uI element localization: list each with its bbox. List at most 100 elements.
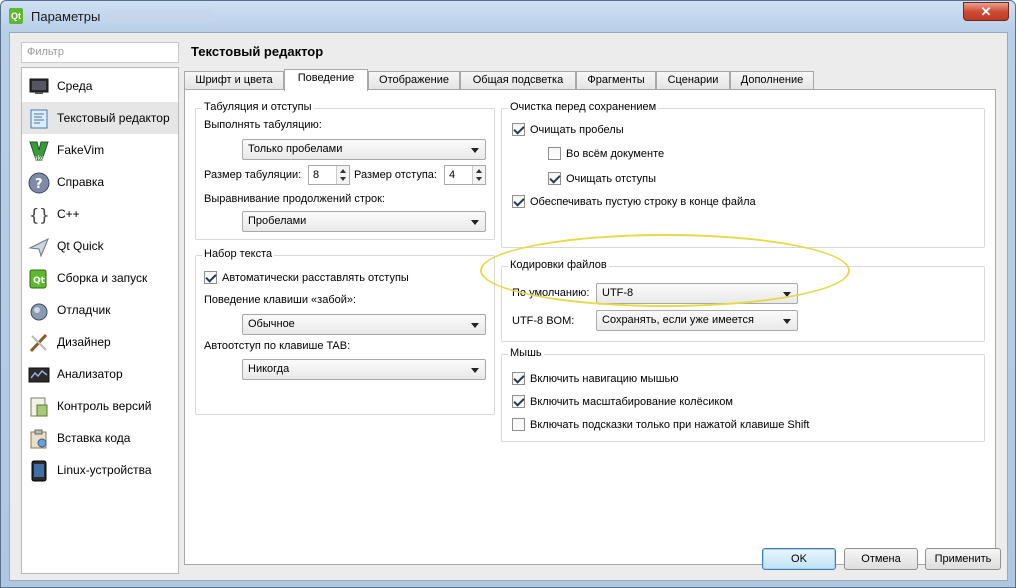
default-encoding-combo[interactable]: UTF-8 (596, 283, 798, 304)
encodings-group: Кодировки файлов По умолчанию: UTF-8 UTF… (501, 259, 985, 342)
sidebar-item-cpp[interactable]: {} C++ (22, 198, 178, 230)
tab-behavior[interactable]: Поведение (284, 69, 368, 91)
designer-icon (28, 332, 50, 353)
continuation-combo[interactable]: Пробелами (242, 211, 486, 232)
analyzer-icon (28, 364, 50, 385)
tab-generic-highlighter[interactable]: Общая подсветка (460, 71, 576, 90)
code-paste-icon (28, 428, 50, 449)
wheel-zoom-checkbox[interactable]: Включить масштабирование колёсиком (512, 395, 733, 408)
tab-policy-label: Выполнять табуляцию: (204, 119, 322, 131)
spin-value: 8 (313, 169, 320, 181)
tab-completion[interactable]: Дополнение (730, 71, 814, 90)
checkbox-label: Во всём документе (566, 147, 665, 160)
settings-window: Qt Параметры ✕ Фильтр Среда Текстовый ре… (0, 0, 1016, 588)
sidebar-item-label: Сборка и запуск (57, 271, 148, 285)
monitor-icon (28, 76, 50, 97)
svg-text:{}: {} (29, 206, 49, 226)
svg-text:Fake: Fake (31, 155, 45, 162)
checkbox-label: Очищать пробелы (530, 123, 624, 136)
checkbox-label: Включить масштабирование колёсиком (530, 395, 733, 408)
sidebar-item-label: Вставка кода (57, 431, 131, 445)
checkbox-label: Включить навигацию мышью (530, 372, 679, 385)
chevron-down-icon (471, 148, 479, 153)
tab-policy-combo[interactable]: Только пробелами (242, 139, 486, 160)
tab-display[interactable]: Отображение (368, 71, 460, 90)
spin-buttons[interactable] (336, 166, 349, 184)
sidebar-item-fakevim[interactable]: Fake FakeVim (22, 134, 178, 166)
trailing-newline-checkbox[interactable]: Обеспечивать пустую строку в конце файла (512, 195, 756, 208)
tab-snippets[interactable]: Фрагменты (576, 71, 656, 90)
sidebar-item-debugger[interactable]: Отладчик (22, 294, 178, 326)
sidebar-item-label: Отладчик (57, 303, 111, 317)
sidebar-item-label: Контроль версий (57, 399, 152, 413)
tab-key-combo[interactable]: Никогда (242, 359, 486, 380)
mouse-navigation-checkbox[interactable]: Включить навигацию мышью (512, 372, 679, 385)
checkbox-box (512, 123, 525, 136)
qt-icon: Qt (9, 8, 23, 24)
combo-value: Только пробелами (248, 143, 343, 155)
group-title: Очистка перед сохранением (508, 101, 659, 113)
spin-up-icon (340, 169, 346, 173)
entire-document-checkbox[interactable]: Во всём документе (548, 147, 664, 160)
cpp-braces-icon: {} (28, 204, 50, 226)
dialog-client: Фильтр Среда Текстовый редактор Fake Fak… (9, 32, 1008, 581)
close-button[interactable]: ✕ (963, 2, 1009, 21)
checkbox-box (204, 271, 217, 284)
sidebar-item-label: Среда (57, 79, 93, 93)
clean-indentation-checkbox[interactable]: Очищать отступы (548, 172, 656, 185)
tab-size-spinbox[interactable]: 8 (308, 165, 350, 185)
category-list: Среда Текстовый редактор Fake FakeVim ? … (21, 67, 179, 574)
backspace-label: Поведение клавиши «забой»: (204, 294, 357, 306)
behavior-panel: Табуляция и отступы Выполнять табуляцию:… (184, 89, 996, 565)
sidebar-item-text-editor[interactable]: Текстовый редактор (22, 102, 178, 134)
title-bar[interactable]: Qt Параметры ✕ (1, 1, 1015, 31)
window-title: Параметры (31, 9, 101, 24)
fakevim-icon: Fake (28, 140, 50, 162)
combo-value: Обычное (248, 318, 295, 330)
sidebar-item-label: Qt Quick (57, 239, 104, 253)
combo-value: Сохранять, если уже имеется (602, 314, 754, 326)
clean-whitespace-checkbox[interactable]: Очищать пробелы (512, 123, 624, 136)
bom-label: UTF-8 BOM: (512, 315, 575, 327)
sidebar-item-version-control[interactable]: Контроль версий (22, 390, 178, 422)
sidebar-item-build-run[interactable]: Qt Сборка и запуск (22, 262, 178, 294)
sidebar-item-linux-devices[interactable]: Linux-устройства (22, 454, 178, 486)
apply-button[interactable]: Применить (925, 548, 1001, 570)
spin-buttons[interactable] (472, 166, 485, 184)
checkbox-box (512, 395, 525, 408)
checkbox-box (548, 147, 561, 160)
checkbox-label: Очищать отступы (566, 172, 656, 185)
chevron-down-icon (471, 220, 479, 225)
backspace-combo[interactable]: Обычное (242, 314, 486, 335)
group-title: Набор текста (202, 248, 275, 260)
tab-scripts[interactable]: Сценарии (656, 71, 730, 90)
ok-button[interactable]: OK (762, 548, 836, 570)
sidebar-item-label: Linux-устройства (57, 463, 152, 477)
filter-input[interactable]: Фильтр (21, 42, 179, 63)
indent-size-spinbox[interactable]: 4 (444, 165, 486, 185)
mouse-group: Мышь Включить навигацию мышью Включить м… (501, 347, 985, 442)
sidebar-item-label: Справка (57, 175, 105, 189)
combo-value: UTF-8 (602, 287, 634, 299)
sidebar-item-analyzer[interactable]: Анализатор (22, 358, 178, 390)
continuation-label: Выравнивание продолжений строк: (204, 193, 385, 205)
shift-tooltips-checkbox[interactable]: Включать подсказки только при нажатой кл… (512, 418, 809, 431)
cancel-button[interactable]: Отмена (844, 548, 918, 570)
auto-indent-checkbox[interactable]: Автоматически расставлять отступы (204, 271, 409, 284)
indent-size-label: Размер отступа: (354, 169, 437, 181)
combo-value: Пробелами (248, 215, 307, 227)
sidebar-item-help[interactable]: ? Справка (22, 166, 178, 198)
sidebar-item-label: FakeVim (57, 143, 105, 157)
sidebar-item-code-paste[interactable]: Вставка кода (22, 422, 178, 454)
sidebar-item-designer[interactable]: Дизайнер (22, 326, 178, 358)
checkbox-label: Включать подсказки только при нажатой кл… (530, 418, 810, 431)
sidebar-item-label: Анализатор (57, 367, 123, 381)
sidebar-item-qt-quick[interactable]: Qt Quick (22, 230, 178, 262)
sidebar-item-label: Текстовый редактор (57, 111, 170, 125)
sidebar-item-environment[interactable]: Среда (22, 70, 178, 102)
spin-up-icon (476, 169, 482, 173)
checkbox-box (512, 372, 525, 385)
text-editor-icon (28, 108, 50, 129)
tab-fonts-colors[interactable]: Шрифт и цвета (184, 71, 284, 90)
bom-combo[interactable]: Сохранять, если уже имеется (596, 310, 798, 331)
